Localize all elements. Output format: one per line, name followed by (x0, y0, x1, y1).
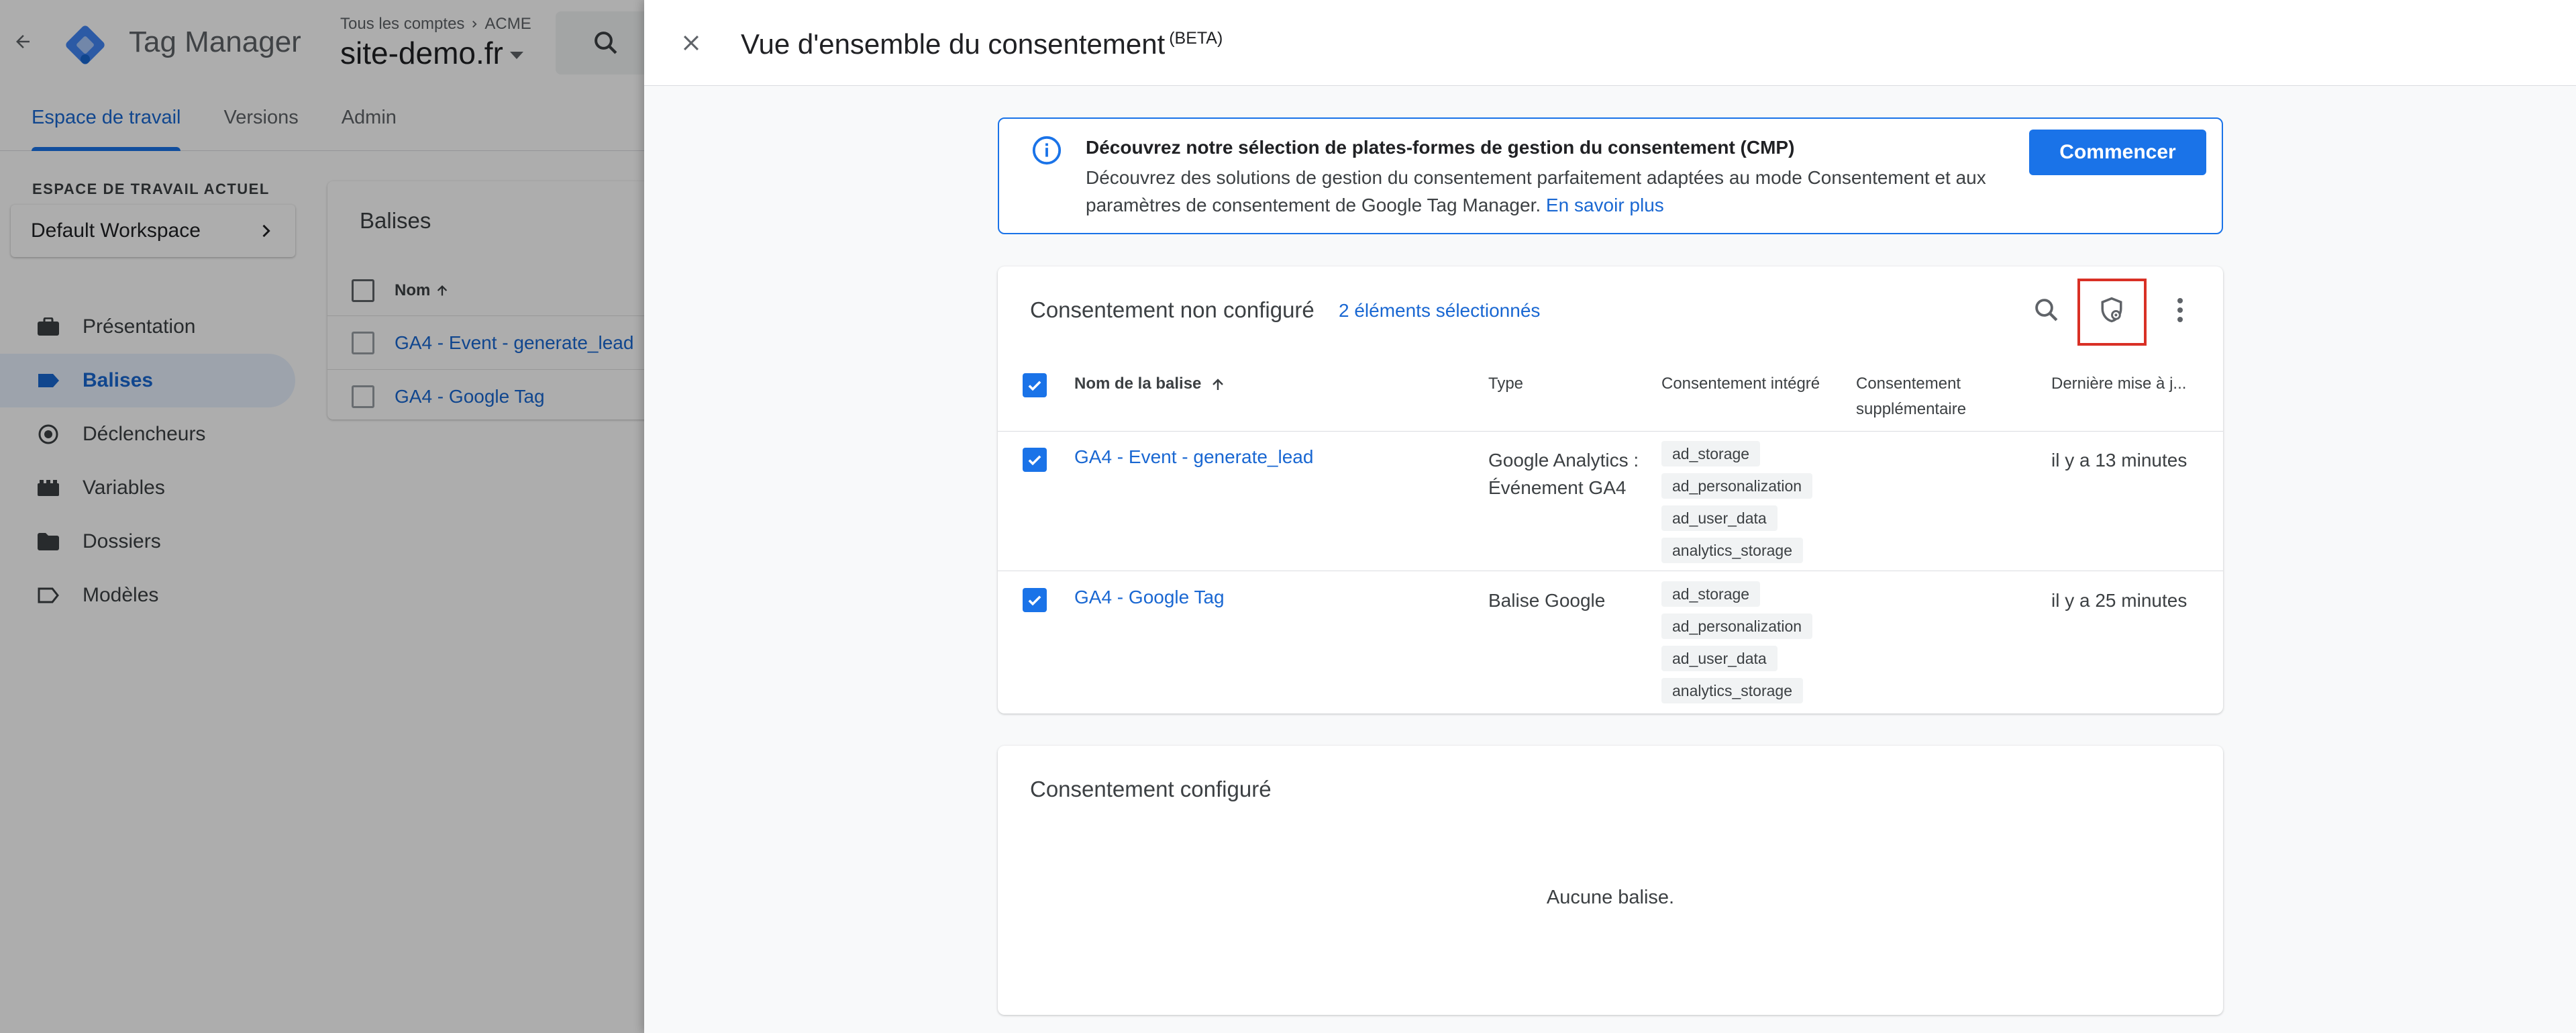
column-builtin-consent[interactable]: Consentement intégré (1661, 371, 1820, 397)
banner-body: Découvrez des solutions de gestion du co… (1086, 164, 2018, 219)
panel-header: Vue d'ensemble du consentement (BETA) (644, 0, 2576, 86)
column-type[interactable]: Type (1488, 371, 1523, 397)
builtin-consent-chips: ad_storage ad_personalization ad_user_da… (1661, 441, 1813, 563)
consent-chip: analytics_storage (1661, 538, 1803, 563)
row-checkbox[interactable] (1023, 448, 1047, 472)
search-button[interactable] (2023, 287, 2070, 334)
builtin-consent-chips: ad_storage ad_personalization ad_user_da… (1661, 581, 1813, 703)
info-icon (1031, 135, 1062, 166)
tag-type: Balise Google (1488, 590, 1606, 611)
table-row[interactable]: GA4 - Google Tag Balise Google ad_storag… (998, 572, 2223, 711)
arrow-up-icon (1213, 378, 1223, 390)
last-updated: il y a 13 minutes (2051, 450, 2187, 471)
consent-chip: analytics_storage (1661, 678, 1803, 703)
close-icon[interactable] (675, 27, 707, 59)
tag-link[interactable]: GA4 - Google Tag (1074, 587, 1225, 608)
tag-type: Google Analytics : Événement GA4 (1488, 450, 1639, 498)
consent-chip: ad_personalization (1661, 613, 1813, 639)
unconfigured-consent-card: Consentement non configuré 2 éléments sé… (998, 266, 2223, 714)
banner-title: Découvrez notre sélection de plates-form… (1086, 137, 1795, 158)
check-icon (1028, 381, 1041, 391)
configured-title: Consentement configuré (1030, 777, 1272, 801)
column-last-updated[interactable]: Dernière mise à j... (2051, 371, 2186, 397)
unconfigured-title: Consentement non configuré (1030, 297, 1315, 322)
consent-chip: ad_storage (1661, 581, 1761, 607)
more-vert-icon (2177, 298, 2183, 322)
empty-state-message: Aucune balise. (1546, 887, 1675, 908)
check-icon (1028, 455, 1041, 466)
cmp-info-banner: Découvrez notre sélection de plates-form… (998, 117, 2223, 234)
row-checkbox[interactable] (1023, 588, 1047, 612)
configured-consent-card: Consentement configuré Aucune balise. (998, 746, 2223, 1015)
selected-count: 2 éléments sélectionnés (1339, 300, 1541, 321)
consent-chip: ad_storage (1661, 441, 1761, 466)
table-row[interactable]: GA4 - Event - generate_lead Google Analy… (998, 432, 2223, 571)
column-additional-consent[interactable]: Consentement supplémentaire (1856, 371, 2004, 422)
learn-more-link[interactable]: En savoir plus (1546, 195, 1664, 215)
column-tag-name-label: Nom de la balise (1074, 375, 1202, 393)
last-updated: il y a 25 minutes (2051, 590, 2187, 611)
beta-badge: (BETA) (1169, 29, 1223, 48)
consent-overview-panel: Vue d'ensemble du consentement (BETA) Déc… (644, 0, 2576, 1033)
highlight-box (2077, 279, 2147, 346)
consent-chip: ad_personalization (1661, 473, 1813, 499)
search-icon (2035, 299, 2058, 322)
select-all-checkbox[interactable] (1023, 373, 1047, 397)
column-tag-name[interactable]: Nom de la balise (1074, 371, 1226, 397)
consent-table-header: Nom de la balise Type Consentement intég… (998, 354, 2223, 432)
panel-title: Vue d'ensemble du consentement (BETA) (741, 28, 1223, 60)
tag-link[interactable]: GA4 - Event - generate_lead (1074, 446, 1313, 468)
more-options-button[interactable] (2157, 287, 2204, 334)
start-button[interactable]: Commencer (2029, 130, 2206, 175)
banner-body-text: Découvrez des solutions de gestion du co… (1086, 167, 1986, 215)
consent-chip: ad_user_data (1661, 505, 1778, 531)
panel-title-text: Vue d'ensemble du consentement (741, 28, 1166, 60)
consent-chip: ad_user_data (1661, 646, 1778, 671)
check-icon (1028, 595, 1041, 606)
